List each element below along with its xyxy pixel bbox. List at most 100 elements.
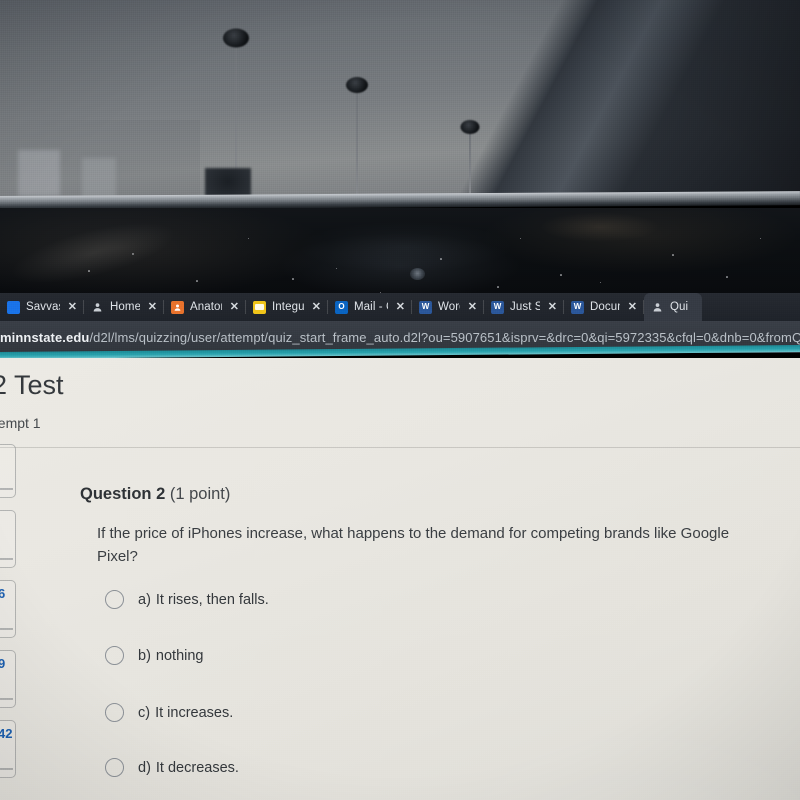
browser-tab-integum[interactable]: Integum ✕ [246,293,328,321]
sidebar-question-card[interactable]: 9 [0,650,16,708]
bezel-smudge [300,222,510,272]
bezel-dust-speck [196,280,198,282]
answer-option-d[interactable]: d) It decreases. [105,758,239,777]
lamp-rod [469,127,471,200]
question-number: Question 2 [80,485,166,503]
webcam-icon [410,268,425,280]
bezel-dust-speck [760,238,762,240]
close-icon[interactable]: ✕ [394,301,407,313]
browser-tab-label: Word [438,301,460,313]
browser-tab-mail-c[interactable]: O Mail - C ✕ [328,293,412,321]
lamp-rod [235,38,237,178]
sidebar-question-card[interactable]: 6 [0,580,16,638]
browser-tab-label: Savvas [26,301,60,313]
close-icon[interactable]: ✕ [146,301,159,313]
browser-tab-label: Qui [670,301,689,313]
address-bar-url: minnstate.edu/d2l/lms/quizzing/user/atte… [0,330,800,345]
sidebar-card-line [0,628,13,630]
bezel-smudge [540,212,660,242]
radio-button[interactable] [105,646,124,665]
answer-option-text: It decreases. [155,759,239,776]
bezel-dust-speck [672,254,674,256]
sidebar-question-number: 6 [0,586,6,601]
gold-folder-icon [253,300,266,314]
browser-tab-label: Docum [590,301,620,313]
question-text: If the price of iPhones increase, what h… [97,525,730,565]
sidebar-question-card[interactable]: 42 [0,720,16,778]
answer-option-letter: d) [138,759,151,776]
person-badge-icon [651,301,664,314]
bezel-dust-speck [248,238,250,240]
lamp-head [460,120,480,134]
sidebar-card-line [0,558,13,560]
lamp-head [346,77,368,93]
browser-tab-anatom[interactable]: Anatom ✕ [164,293,246,321]
close-icon[interactable]: ✕ [466,301,479,313]
screen-glare [430,718,800,800]
answer-option-label: d) It decreases. [138,760,239,776]
answer-option-c[interactable]: c) It increases. [105,703,233,722]
browser-tab-label: Homep [110,301,140,313]
answer-option-label: b) nothing [138,648,203,664]
browser-tab-label: Integum [272,301,304,313]
question-points: (1 point) [169,485,231,503]
close-icon[interactable]: ✕ [66,301,79,313]
browser-tab-label: Just Sa [510,301,540,313]
answer-option-text: It increases. [155,704,234,721]
bezel-smudge [4,210,182,294]
bezel-dust-speck [726,276,728,278]
radio-button[interactable] [105,758,124,777]
outlook-icon: O [335,300,348,314]
orange-contact-icon [171,300,184,314]
page-title: 2 Test [0,370,64,400]
laptop-screen-bezel [0,208,800,294]
bezel-dust-speck [520,238,522,240]
close-icon[interactable]: ✕ [626,301,639,313]
browser-tab-label: Mail - C [354,301,388,313]
answer-option-letter: a) [138,591,151,608]
url-host: minnstate.edu [0,329,90,345]
radio-button[interactable] [105,590,124,609]
browser-tab-strip[interactable]: Savvas✕Homep✕Anatom✕Integum✕OMail - C✕WW… [0,293,800,321]
ceiling-photo-region [0,0,800,200]
browser-tab-homep[interactable]: Homep ✕ [84,293,164,321]
blue-square-icon [7,300,20,314]
browser-tab-docum[interactable]: W Docum ✕ [564,293,644,321]
browser-tab-label: Anatom [190,301,222,313]
answer-option-label: a) It rises, then falls. [138,592,269,608]
answer-option-text: It rises, then falls. [155,591,269,608]
answer-option-letter: c) [138,704,151,721]
bezel-dust-speck [600,282,602,284]
title-divider [0,447,800,448]
browser-tab-just-sa[interactable]: W Just Sa ✕ [484,293,564,321]
answer-option-a[interactable]: a) It rises, then falls. [105,590,269,609]
question-heading: Question 2 (1 point) [80,485,230,504]
browser-tab-word[interactable]: W Word ✕ [412,293,484,321]
bezel-dust-speck [440,258,442,260]
person-badge-icon [91,301,104,314]
attempt-label: ttempt 1 [0,415,41,431]
bezel-dust-speck [497,286,499,288]
close-icon[interactable]: ✕ [228,301,241,313]
word-icon: W [491,300,504,314]
answer-option-letter: b) [138,647,151,664]
sidebar-question-number: 9 [0,656,6,671]
word-icon: W [571,300,584,314]
sidebar-question-number: 42 [0,726,13,741]
question-navigation-sidebar[interactable]: 6 9 42 [0,444,22,800]
browser-tab-qui[interactable]: Qui [644,293,702,321]
sidebar-question-card[interactable] [0,444,16,498]
answer-option-b[interactable]: b) nothing [105,646,203,665]
sidebar-card-line [0,698,13,700]
window-light-1 [18,150,60,196]
bezel-dust-speck [132,253,134,255]
bezel-dust-speck [560,274,562,276]
close-icon[interactable]: ✕ [546,301,559,313]
bezel-dust-speck [88,270,90,272]
sidebar-card-line [0,768,13,770]
browser-tab-savvas[interactable]: Savvas ✕ [0,293,84,321]
radio-button[interactable] [105,703,124,722]
answer-option-label: c) It increases. [138,705,233,721]
close-icon[interactable]: ✕ [310,301,323,313]
sidebar-question-card[interactable] [0,510,16,568]
